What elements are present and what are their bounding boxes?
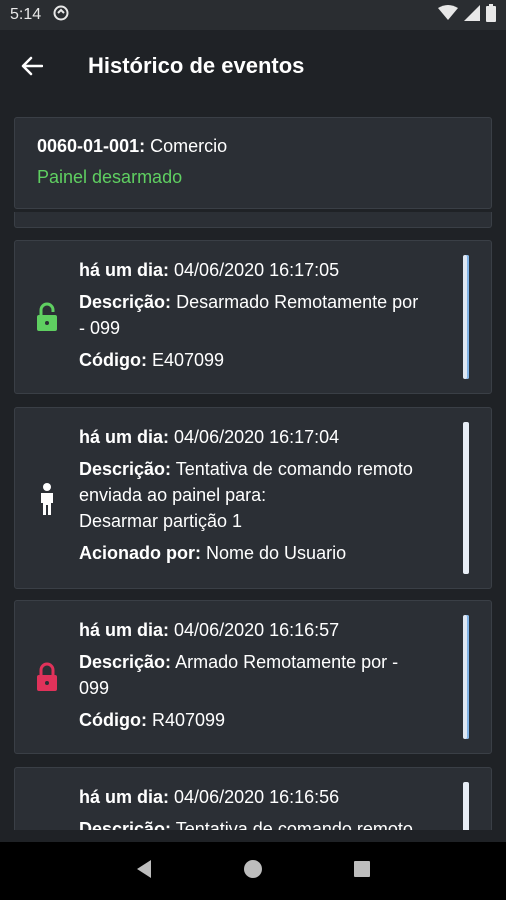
event-time: há um dia: 04/06/2020 16:17:05 [79, 260, 340, 280]
back-button[interactable] [0, 30, 64, 102]
event-description: Descrição: Desarmado Remotamente por - 09… [79, 292, 419, 338]
person-icon [35, 483, 59, 515]
battery-icon [486, 3, 496, 27]
circle-home-icon [244, 859, 262, 878]
arrow-left-icon [21, 56, 43, 76]
lock-open-icon [35, 302, 59, 332]
event-card[interactable]: há um dia: 04/06/2020 16:16:56 Descrição… [14, 767, 492, 830]
event-description: Descrição: Tentativa de comando remoto en… [79, 459, 413, 531]
status-bar: 5:14 [0, 0, 506, 30]
status-icons [438, 3, 496, 27]
event-card[interactable]: há um dia: 04/06/2020 16:17:05 Descrição… [14, 240, 492, 394]
event-indicator-bar [463, 422, 469, 574]
event-list[interactable]: 0060-01-001: Comercio Painel desarmado h… [0, 102, 506, 830]
event-time: há um dia: 04/06/2020 16:17:04 [79, 427, 340, 447]
lock-closed-icon [35, 662, 59, 692]
divider [14, 212, 492, 228]
account-code: 0060-01-001: [37, 136, 146, 156]
signal-icon [464, 4, 480, 26]
event-indicator-bar [463, 782, 469, 830]
status-time: 5:14 [10, 6, 42, 23]
system-nav-bar [0, 842, 506, 900]
event-code: Código: E407099 [79, 350, 225, 370]
event-time: há um dia: 04/06/2020 16:16:57 [79, 620, 340, 640]
event-card[interactable]: há um dia: 04/06/2020 16:16:57 Descrição… [14, 600, 492, 754]
account-card: 0060-01-001: Comercio Painel desarmado [14, 117, 492, 209]
event-indicator-bar [463, 615, 469, 739]
nav-back-button[interactable] [135, 859, 153, 884]
nav-home-button[interactable] [243, 859, 263, 884]
event-card[interactable]: há um dia: 04/06/2020 16:17:04 Descrição… [14, 407, 492, 589]
account-name: Comercio [150, 136, 228, 156]
nav-recents-button[interactable] [353, 860, 371, 883]
triangle-back-icon [137, 859, 151, 878]
app-bar: Histórico de eventos [0, 30, 506, 102]
wifi-icon [438, 4, 458, 26]
event-time: há um dia: 04/06/2020 16:16:56 [79, 787, 340, 807]
event-code: Código: R407099 [79, 710, 226, 730]
event-indicator-bar [463, 255, 469, 379]
square-recents-icon [354, 860, 370, 877]
panel-status: Painel desarmado [37, 167, 183, 187]
event-description: Descrição: Tentativa de comando remoto [79, 819, 413, 830]
event-description: Descrição: Armado Remotamente por -099 [79, 652, 399, 698]
event-actor: Acionado por: Nome do Usuario [79, 543, 347, 563]
account-row: 0060-01-001: Comercio [37, 136, 469, 157]
sync-icon [53, 5, 69, 26]
page-title: Histórico de eventos [88, 53, 305, 78]
